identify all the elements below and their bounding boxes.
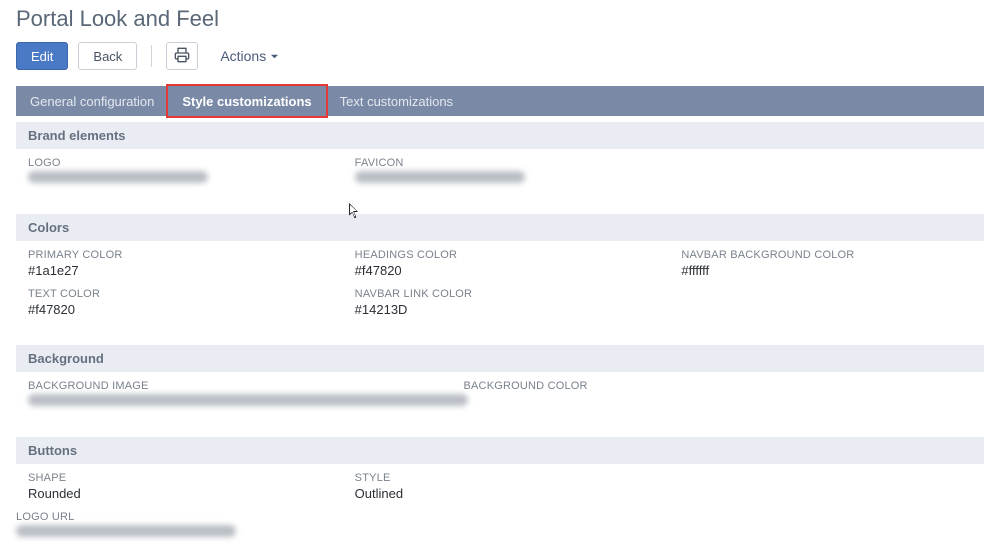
section-buttons-body: SHAPE Rounded STYLE Outlined LOGO URL [0, 464, 1000, 552]
toolbar-divider [151, 45, 152, 67]
background-color-label: BACKGROUND COLOR [463, 380, 780, 392]
logo-url-value [16, 525, 984, 540]
text-color-value: #f47820 [28, 302, 331, 317]
section-background-header: Background [16, 345, 984, 372]
text-color-label: TEXT COLOR [28, 288, 331, 300]
background-image-label: BACKGROUND IMAGE [28, 380, 439, 392]
tabs: General configuration Style customizatio… [16, 86, 984, 116]
chevron-down-icon [270, 48, 279, 64]
section-background-body: BACKGROUND IMAGE BACKGROUND COLOR [0, 372, 1000, 431]
navbar-link-color-value: #14213D [355, 302, 658, 317]
background-image-value [28, 394, 439, 409]
tab-general-configuration[interactable]: General configuration [16, 86, 168, 116]
favicon-value [355, 171, 658, 186]
shape-label: SHAPE [28, 472, 331, 484]
section-colors-header: Colors [16, 214, 984, 241]
printer-icon [174, 47, 190, 66]
navbar-link-color-label: NAVBAR LINK COLOR [355, 288, 658, 300]
style-value: Outlined [355, 486, 658, 501]
edit-button[interactable]: Edit [16, 42, 68, 70]
primary-color-value: #1a1e27 [28, 263, 331, 278]
toolbar: Edit Back Actions [0, 42, 1000, 86]
back-button[interactable]: Back [78, 42, 137, 70]
logo-url-label: LOGO URL [16, 511, 984, 523]
shape-value: Rounded [28, 486, 331, 501]
section-brand-body: LOGO FAVICON [0, 149, 1000, 208]
page-title: Portal Look and Feel [0, 0, 1000, 42]
actions-dropdown[interactable]: Actions [214, 44, 285, 68]
headings-color-value: #f47820 [355, 263, 658, 278]
favicon-label: FAVICON [355, 157, 658, 169]
tab-text-customizations[interactable]: Text customizations [326, 86, 467, 116]
tab-style-customizations[interactable]: Style customizations [168, 86, 325, 116]
style-label: STYLE [355, 472, 658, 484]
primary-color-label: PRIMARY COLOR [28, 249, 331, 261]
section-brand-header: Brand elements [16, 122, 984, 149]
print-button[interactable] [166, 42, 198, 70]
actions-label: Actions [220, 48, 266, 64]
section-buttons-header: Buttons [16, 437, 984, 464]
navbar-bg-color-label: NAVBAR BACKGROUND COLOR [681, 249, 984, 261]
navbar-bg-color-value: #ffffff [681, 263, 984, 278]
headings-color-label: HEADINGS COLOR [355, 249, 658, 261]
logo-label: LOGO [28, 157, 331, 169]
section-colors-body: PRIMARY COLOR #1a1e27 HEADINGS COLOR #f4… [0, 241, 1000, 339]
logo-value [28, 171, 331, 186]
